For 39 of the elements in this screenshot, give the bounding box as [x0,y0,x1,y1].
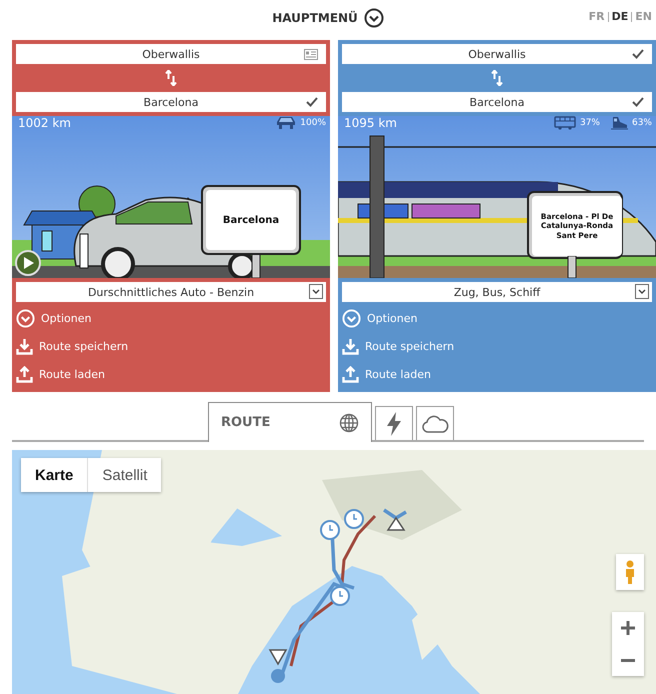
person-icon [624,560,636,584]
destination-field[interactable]: Barcelona [342,92,652,112]
cloud-icon [421,414,449,432]
download-icon [16,338,33,355]
mode-share-label: 63% [632,118,652,128]
route-tab[interactable]: ROUTE [208,402,372,442]
plus-icon [620,620,636,636]
vehicle-select[interactable]: Zug, Bus, Schiff [342,282,652,302]
globe-icon [339,412,359,432]
distance-label: 1002 km [18,116,71,130]
origin-field[interactable]: Oberwallis [342,44,652,64]
swap-arrows-icon[interactable] [491,70,503,86]
origin-field[interactable]: Oberwallis [16,44,326,64]
destination-field[interactable]: Barcelona [16,92,326,112]
town-sign: Barcelona [206,190,296,250]
chevron-down-icon [342,309,361,328]
panel-action-link[interactable]: Route laden [16,365,326,384]
bus-icon [554,116,576,130]
chevron-down-icon [364,8,384,28]
distance-label: 1095 km [344,116,397,130]
map-type-button[interactable]: Satellit [88,458,162,492]
upload-icon [342,366,359,383]
download-icon [342,338,359,355]
car-icon [276,116,296,130]
energy-tab[interactable] [375,406,413,440]
vehicle-select[interactable]: Durschnittliches Auto - Benzin [16,282,326,302]
mode-share-label: 100% [300,118,326,128]
panel-action-link[interactable]: Optionen [16,309,326,328]
map-type-button[interactable]: Karte [21,458,88,492]
upload-icon [16,366,33,383]
panel-action-link[interactable]: Route speichern [16,337,326,356]
weather-tab[interactable] [416,406,454,440]
swap-arrows-icon[interactable] [165,70,177,86]
language-link[interactable]: DE [612,10,628,23]
lightning-icon [386,412,402,436]
chevron-down-icon [16,309,35,328]
main-menu-button[interactable]: HAUPTMENÜ [272,8,384,28]
minus-icon [620,658,636,662]
mode-share-label: 37% [580,118,600,128]
